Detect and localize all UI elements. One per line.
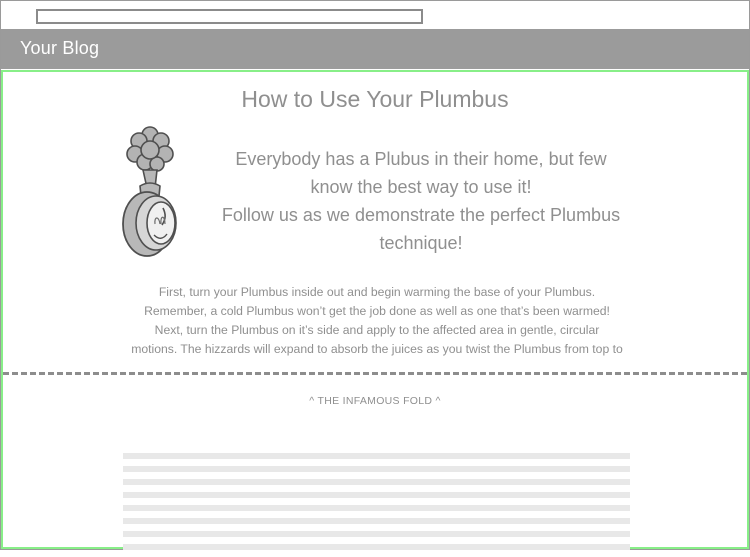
body-line: Remember, a cold Plumbus won’t get the j… [144, 304, 610, 318]
intro-line: Everybody has a Plubus in their home, bu… [235, 149, 607, 197]
fold-label: ^ THE INFAMOUS FOLD ^ [309, 395, 441, 407]
placeholder-content [123, 453, 630, 557]
placeholder-line [123, 479, 630, 485]
post-title: How to Use Your Plumbus [241, 86, 509, 112]
placeholder-line [123, 453, 630, 459]
post-body: First, turn your Plumbus inside out and … [118, 283, 636, 359]
fold-divider [3, 372, 747, 375]
placeholder-line [123, 531, 630, 537]
placeholder-line [123, 544, 630, 550]
placeholder-line [123, 518, 630, 524]
placeholder-line [123, 492, 630, 498]
blog-title[interactable]: Your Blog [20, 37, 99, 59]
body-line: motions. The hizzards will expand to abs… [131, 342, 623, 356]
blog-header: Your Blog [1, 29, 749, 69]
body-line: Next, turn the Plumbus on it’s side and … [154, 323, 600, 337]
post-intro: Everybody has a Plubus in their home, bu… [217, 145, 625, 257]
intro-line: Follow us as we demonstrate the perfect … [221, 205, 621, 253]
content-area: How to Use Your Plumbus Everybody has a … [1, 70, 749, 550]
browser-toolbar [1, 1, 749, 29]
address-bar[interactable] [36, 9, 423, 24]
plumbus-illustration-icon [122, 126, 177, 257]
body-line: First, turn your Plumbus inside out and … [158, 285, 596, 299]
placeholder-line [123, 466, 630, 472]
placeholder-line [123, 505, 630, 511]
